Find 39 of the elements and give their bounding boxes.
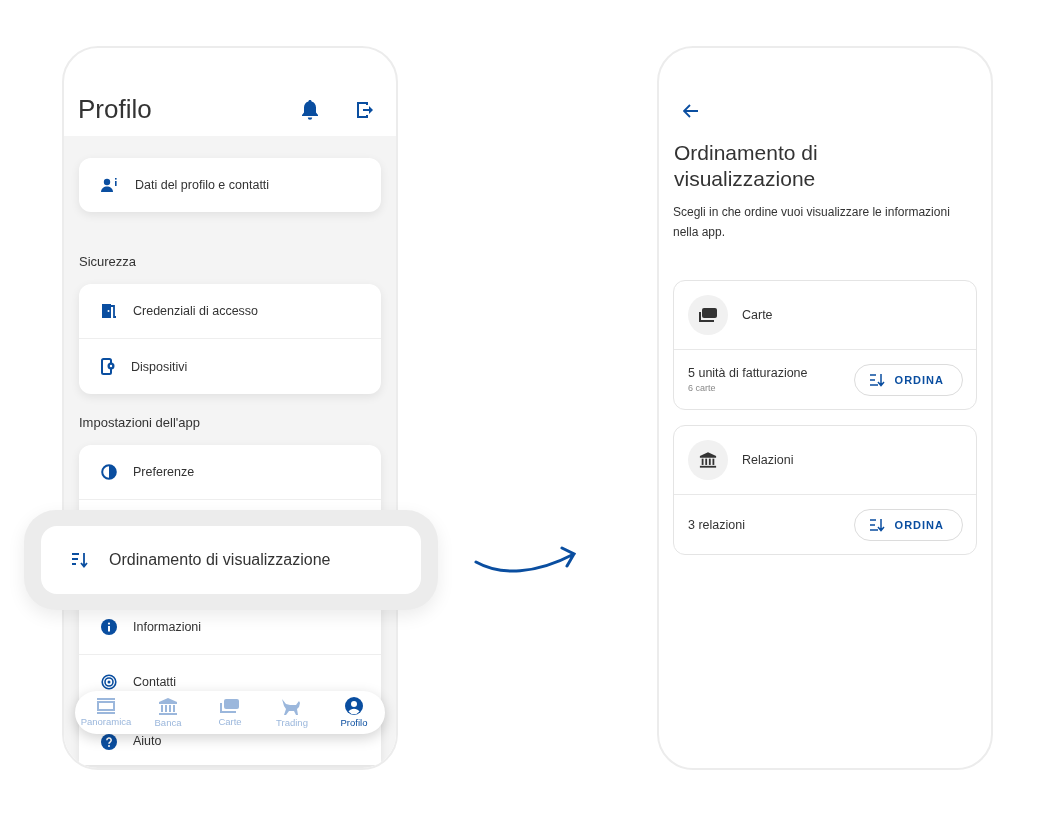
- nav-tab[interactable]: Profilo: [326, 697, 382, 728]
- screen-title: Ordinamento di visualizzazione: [673, 140, 819, 192]
- bank-icon: [158, 697, 178, 715]
- logout-icon[interactable]: [356, 101, 374, 119]
- sort-button[interactable]: ORDINA: [853, 508, 963, 541]
- sort-icon: [868, 372, 885, 387]
- person-info-icon: [101, 177, 119, 193]
- section-detail: 6 carte: [688, 383, 717, 393]
- description-text: Scegli in che ordine vuoi visualizzare le informazioni nella app.: [673, 204, 951, 241]
- card-outline-icon: [96, 698, 116, 714]
- device-settings-icon: [101, 358, 115, 375]
- info-icon: [101, 619, 117, 635]
- section-heading: Impostazioni dell'app: [79, 415, 201, 431]
- back-arrow-icon[interactable]: [683, 104, 699, 118]
- sort-button[interactable]: ORDINA: [853, 363, 963, 396]
- cards-icon: [699, 308, 717, 322]
- cards-icon: [220, 698, 240, 714]
- menu-item[interactable]: Preferenze: [133, 465, 195, 479]
- bell-icon[interactable]: [301, 100, 319, 120]
- sort-icon: [868, 517, 885, 532]
- menu-item[interactable]: Dati del profilo e contatti: [135, 178, 270, 192]
- door-icon: [101, 303, 117, 319]
- section-name: Relazioni: [742, 453, 794, 467]
- menu-item[interactable]: Dispositivi: [131, 359, 188, 374]
- signal-rings-icon: [101, 674, 117, 690]
- menu-item[interactable]: Informazioni: [133, 620, 202, 634]
- menu-item[interactable]: Credenziali di accesso: [133, 304, 259, 318]
- menu-item[interactable]: Aiuto: [133, 734, 162, 748]
- section-summary: 3 relazioni: [688, 517, 745, 532]
- screen-title: Profilo: [78, 94, 152, 124]
- sort-icon: [71, 552, 89, 568]
- contrast-icon: [101, 464, 117, 480]
- bank-icon: [699, 452, 717, 468]
- section-summary: 5 unità di fatturazione: [688, 366, 808, 380]
- menu-item[interactable]: Ordinamento di visualizzazione: [41, 526, 421, 594]
- section-name: Carte: [742, 308, 773, 322]
- menu-item[interactable]: Contatti: [133, 675, 177, 689]
- user-icon: [345, 697, 363, 715]
- section-heading: Sicurezza: [79, 254, 138, 270]
